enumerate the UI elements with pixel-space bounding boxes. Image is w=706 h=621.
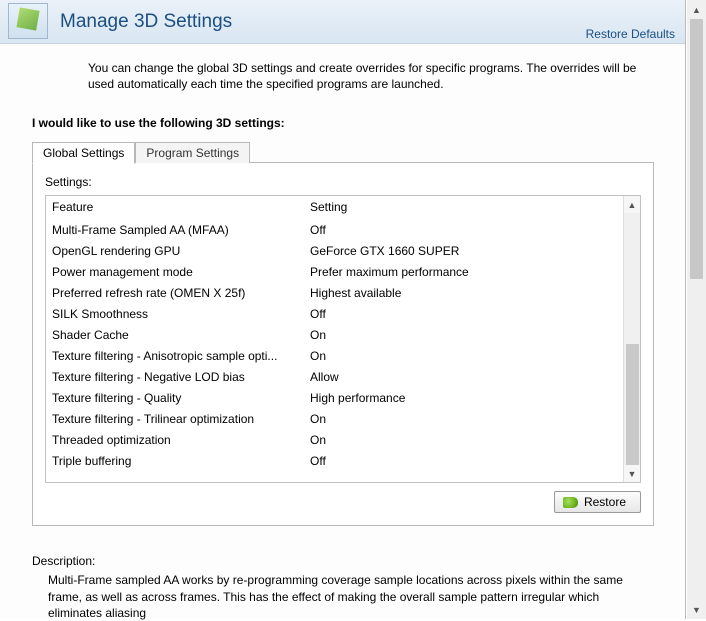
description-label: Description: bbox=[32, 554, 654, 568]
feature-cell: Texture filtering - Trilinear optimizati… bbox=[52, 412, 310, 426]
restore-button[interactable]: Restore bbox=[554, 491, 641, 513]
scroll-down-icon[interactable]: ▼ bbox=[624, 465, 640, 482]
scroll-down-icon[interactable]: ▼ bbox=[687, 600, 706, 619]
settings-row[interactable]: Texture filtering - Trilinear optimizati… bbox=[46, 408, 623, 429]
description-text: Multi-Frame sampled AA works by re-progr… bbox=[48, 572, 654, 621]
settings-row[interactable]: Power management modePrefer maximum perf… bbox=[46, 261, 623, 282]
section-heading: I would like to use the following 3D set… bbox=[32, 116, 664, 130]
feature-cell: Texture filtering - Anisotropic sample o… bbox=[52, 349, 310, 363]
setting-cell: Prefer maximum performance bbox=[310, 265, 623, 279]
settings-row[interactable]: Texture filtering - Negative LOD biasAll… bbox=[46, 366, 623, 387]
feature-cell: Texture filtering - Negative LOD bias bbox=[52, 370, 310, 384]
settings-panel: Settings: Feature Setting Multi-Frame Sa… bbox=[32, 162, 654, 526]
restore-defaults-link[interactable]: Restore Defaults bbox=[586, 27, 675, 41]
settings-row[interactable]: Shader CacheOn bbox=[46, 324, 623, 345]
feature-cell: Multi-Frame Sampled AA (MFAA) bbox=[52, 223, 310, 237]
feature-cell: Power management mode bbox=[52, 265, 310, 279]
scroll-thumb[interactable] bbox=[626, 344, 639, 466]
window-scrollbar[interactable]: ▲ ▼ bbox=[687, 0, 706, 619]
tabs-bar: Global Settings Program Settings bbox=[32, 140, 654, 162]
setting-cell: On bbox=[310, 433, 623, 447]
column-header-setting: Setting bbox=[310, 200, 623, 214]
settings-row[interactable]: Multi-Frame Sampled AA (MFAA)Off bbox=[46, 219, 623, 240]
column-header-feature: Feature bbox=[52, 200, 310, 214]
feature-cell: SILK Smoothness bbox=[52, 307, 310, 321]
nvidia-logo-icon bbox=[563, 497, 578, 508]
intro-text: You can change the global 3D settings an… bbox=[88, 60, 660, 92]
setting-cell: Off bbox=[310, 307, 623, 321]
description-section: Description: Multi-Frame sampled AA work… bbox=[32, 554, 654, 621]
restore-button-label: Restore bbox=[584, 495, 626, 509]
header-bar: Manage 3D Settings Restore Defaults bbox=[0, 0, 685, 44]
setting-cell: On bbox=[310, 349, 623, 363]
feature-cell: Shader Cache bbox=[52, 328, 310, 342]
setting-cell: On bbox=[310, 412, 623, 426]
page-title: Manage 3D Settings bbox=[60, 11, 232, 33]
feature-cell: OpenGL rendering GPU bbox=[52, 244, 310, 258]
settings-label: Settings: bbox=[45, 175, 641, 189]
settings-row[interactable]: Texture filtering - Anisotropic sample o… bbox=[46, 345, 623, 366]
tab-program-settings[interactable]: Program Settings bbox=[135, 142, 250, 163]
settings-row[interactable]: OpenGL rendering GPUGeForce GTX 1660 SUP… bbox=[46, 240, 623, 261]
setting-cell: Highest available bbox=[310, 286, 623, 300]
scroll-thumb[interactable] bbox=[690, 19, 703, 279]
settings-row[interactable]: Texture filtering - QualityHigh performa… bbox=[46, 387, 623, 408]
setting-cell: Allow bbox=[310, 370, 623, 384]
settings-row[interactable]: Preferred refresh rate (OMEN X 25f)Highe… bbox=[46, 282, 623, 303]
header-3d-icon bbox=[8, 3, 50, 41]
listbox-scrollbar[interactable]: ▲ ▼ bbox=[623, 196, 640, 482]
feature-cell: Triple buffering bbox=[52, 454, 310, 468]
scroll-up-icon[interactable]: ▲ bbox=[687, 0, 706, 19]
list-header: Feature Setting bbox=[46, 196, 623, 219]
settings-row[interactable]: SILK SmoothnessOff bbox=[46, 303, 623, 324]
settings-row[interactable]: Threaded optimizationOn bbox=[46, 429, 623, 450]
settings-row[interactable]: Triple bufferingOff bbox=[46, 450, 623, 471]
setting-cell: Off bbox=[310, 454, 623, 468]
feature-cell: Threaded optimization bbox=[52, 433, 310, 447]
setting-cell: On bbox=[310, 328, 623, 342]
scroll-up-icon[interactable]: ▲ bbox=[624, 196, 640, 213]
feature-cell: Texture filtering - Quality bbox=[52, 391, 310, 405]
tab-global-settings[interactable]: Global Settings bbox=[32, 142, 135, 164]
setting-cell: Off bbox=[310, 223, 623, 237]
setting-cell: GeForce GTX 1660 SUPER bbox=[310, 244, 623, 258]
settings-listbox[interactable]: Feature Setting Multi-Frame Sampled AA (… bbox=[45, 195, 641, 483]
setting-cell: High performance bbox=[310, 391, 623, 405]
feature-cell: Preferred refresh rate (OMEN X 25f) bbox=[52, 286, 310, 300]
